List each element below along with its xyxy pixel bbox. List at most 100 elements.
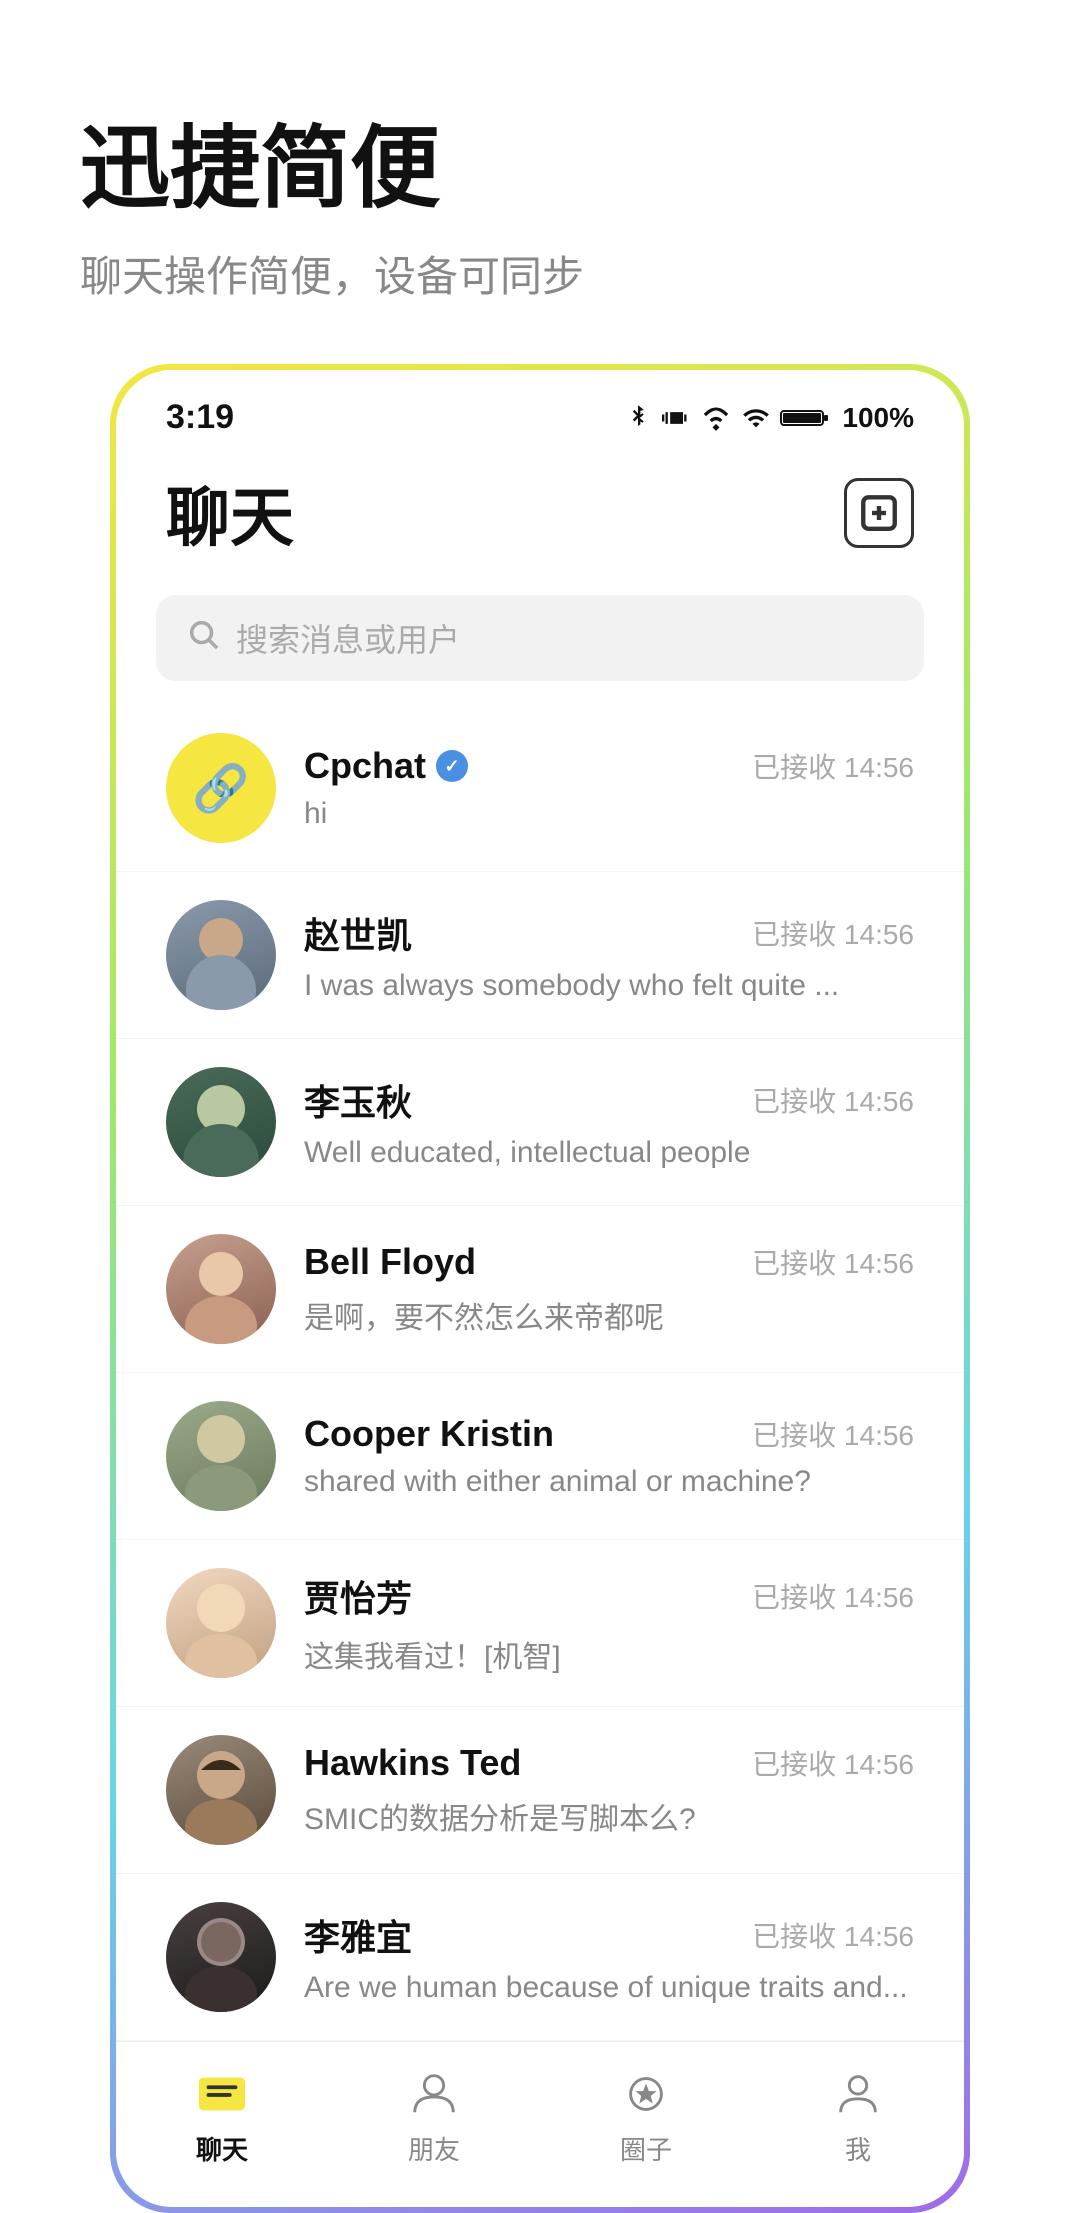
chat-time-li: 已接收 14:56	[752, 1080, 914, 1120]
nav-label-me: 我	[845, 2130, 871, 2167]
chat-item-li[interactable]: 李玉秋 已接收 14:56 Well educated, intellectua…	[116, 1039, 964, 1206]
chat-top-row-cooper: Cooper Kristin 已接收 14:56	[304, 1413, 914, 1455]
chat-time-bell: 已接收 14:56	[752, 1242, 914, 1282]
chat-name-jia: 贾怡芳	[304, 1570, 412, 1622]
chat-preview-cooper: shared with either animal or machine?	[304, 1465, 914, 1499]
avatar-hawkins	[166, 1735, 276, 1845]
page-header: 迅捷简便 聊天操作简便，设备可同步	[0, 0, 1080, 364]
status-icons: 100%	[624, 402, 914, 434]
chat-content-liya: 李雅宜 已接收 14:56 Are we human because of un…	[304, 1909, 914, 2005]
avatar-cpchat: 🔗	[166, 733, 276, 843]
chat-name-hawkins: Hawkins Ted	[304, 1742, 521, 1784]
chat-item-zhao[interactable]: 赵世凯 已接收 14:56 I was always somebody who …	[116, 872, 964, 1039]
phone-frame: 3:19	[110, 364, 970, 2213]
nav-label-chat: 聊天	[196, 2130, 248, 2167]
chat-preview-bell: 是啊，要不然怎么来帝都呢	[304, 1293, 914, 1337]
status-time: 3:19	[166, 398, 234, 437]
chat-time-liya: 已接收 14:56	[752, 1915, 914, 1955]
chat-time-zhao: 已接收 14:56	[752, 913, 914, 953]
nav-icon-chat	[192, 2066, 252, 2122]
face-li-svg	[166, 1067, 276, 1177]
face-cooper-svg	[166, 1401, 276, 1511]
face-hawkins-svg	[166, 1735, 276, 1845]
chat-preview-liya: Are we human because of unique traits an…	[304, 1971, 914, 2005]
avatar-li	[166, 1067, 276, 1177]
search-placeholder-text: 搜索消息或用户	[236, 615, 460, 661]
chat-name-li: 李玉秋	[304, 1074, 412, 1126]
nav-item-me[interactable]: 我	[798, 2066, 918, 2167]
chat-top-row-li: 李玉秋 已接收 14:56	[304, 1074, 914, 1126]
nav-item-friends[interactable]: 朋友	[374, 2066, 494, 2167]
chat-preview-li: Well educated, intellectual people	[304, 1136, 914, 1170]
face-jia-svg	[166, 1568, 276, 1678]
chat-content-hawkins: Hawkins Ted 已接收 14:56 SMIC的数据分析是写脚本么?	[304, 1742, 914, 1838]
vibrate-icon	[662, 404, 690, 432]
chat-name-liya: 李雅宜	[304, 1909, 412, 1961]
chat-content-zhao: 赵世凯 已接收 14:56 I was always somebody who …	[304, 907, 914, 1003]
nav-icon-friends	[404, 2066, 464, 2122]
chat-preview-cpchat: hi	[304, 797, 914, 831]
chat-item-bell[interactable]: Bell Floyd 已接收 14:56 是啊，要不然怎么来帝都呢	[116, 1206, 964, 1373]
chat-top-row-liya: 李雅宜 已接收 14:56	[304, 1909, 914, 1961]
chat-preview-zhao: I was always somebody who felt quite ...	[304, 969, 914, 1003]
chat-top-row-bell: Bell Floyd 已接收 14:56	[304, 1241, 914, 1283]
bluetooth-icon	[624, 404, 652, 432]
chat-name-cpchat: Cpchat ✓	[304, 745, 468, 787]
status-bar: 3:19	[116, 370, 964, 447]
chat-top-row-jia: 贾怡芳 已接收 14:56	[304, 1570, 914, 1622]
avatar-zhao	[166, 900, 276, 1010]
chat-name-zhao: 赵世凯	[304, 907, 412, 959]
plus-square-icon	[858, 492, 900, 534]
chat-content-cpchat: Cpchat ✓ 已接收 14:56 hi	[304, 745, 914, 831]
chat-nav-icon	[196, 2068, 248, 2120]
battery-percent: 100%	[842, 402, 914, 434]
chat-time-jia: 已接收 14:56	[752, 1576, 914, 1616]
chat-preview-hawkins: SMIC的数据分析是写脚本么?	[304, 1794, 914, 1838]
search-bar[interactable]: 搜索消息或用户	[156, 595, 924, 681]
nav-item-circle[interactable]: 圈子	[586, 2066, 706, 2167]
chat-content-bell: Bell Floyd 已接收 14:56 是啊，要不然怎么来帝都呢	[304, 1241, 914, 1337]
bottom-nav: 聊天 朋友 圈子	[116, 2041, 964, 2207]
chat-top-row-zhao: 赵世凯 已接收 14:56	[304, 907, 914, 959]
chat-preview-jia: 这集我看过！[机智]	[304, 1632, 914, 1676]
chat-name-bell: Bell Floyd	[304, 1241, 476, 1283]
chat-list: 🔗 Cpchat ✓ 已接收 14:56 hi	[116, 705, 964, 2041]
me-nav-icon	[832, 2068, 884, 2120]
nav-icon-circle	[616, 2066, 676, 2122]
app-title: 聊天	[166, 467, 294, 559]
phone-inner: 3:19	[116, 370, 964, 2207]
add-chat-button[interactable]	[844, 478, 914, 548]
chat-item-hawkins[interactable]: Hawkins Ted 已接收 14:56 SMIC的数据分析是写脚本么?	[116, 1707, 964, 1874]
avatar-cooper	[166, 1401, 276, 1511]
page-subheadline: 聊天操作简便，设备可同步	[80, 243, 1000, 304]
wifi-icon	[700, 404, 732, 432]
chat-item-cooper[interactable]: Cooper Kristin 已接收 14:56 shared with eit…	[116, 1373, 964, 1540]
avatar-bell	[166, 1234, 276, 1344]
nav-icon-me	[828, 2066, 888, 2122]
chat-top-row-hawkins: Hawkins Ted 已接收 14:56	[304, 1742, 914, 1784]
chat-item-liya[interactable]: 李雅宜 已接收 14:56 Are we human because of un…	[116, 1874, 964, 2041]
chat-time-cooper: 已接收 14:56	[752, 1414, 914, 1454]
verified-badge: ✓	[436, 750, 468, 782]
nav-label-circle: 圈子	[620, 2130, 672, 2167]
chat-item-cpchat[interactable]: 🔗 Cpchat ✓ 已接收 14:56 hi	[116, 705, 964, 872]
nav-item-chat[interactable]: 聊天	[162, 2066, 282, 2167]
face-liya-svg	[166, 1902, 276, 2012]
chat-content-cooper: Cooper Kristin 已接收 14:56 shared with eit…	[304, 1413, 914, 1499]
chat-content-jia: 贾怡芳 已接收 14:56 这集我看过！[机智]	[304, 1570, 914, 1676]
chat-time-cpchat: 已接收 14:56	[752, 746, 914, 786]
signal-icon	[742, 404, 770, 432]
app-header: 聊天	[116, 447, 964, 579]
friends-nav-icon	[408, 2068, 460, 2120]
face-bell-svg	[166, 1234, 276, 1344]
chat-time-hawkins: 已接收 14:56	[752, 1743, 914, 1783]
search-icon	[186, 617, 220, 660]
face-zhao-svg	[166, 900, 276, 1010]
avatar-jia	[166, 1568, 276, 1678]
page-headline: 迅捷简便	[80, 120, 1000, 219]
circle-nav-icon	[620, 2068, 672, 2120]
chat-content-li: 李玉秋 已接收 14:56 Well educated, intellectua…	[304, 1074, 914, 1170]
avatar-liya	[166, 1902, 276, 2012]
battery-icon	[780, 404, 832, 432]
chat-item-jia[interactable]: 贾怡芳 已接收 14:56 这集我看过！[机智]	[116, 1540, 964, 1707]
